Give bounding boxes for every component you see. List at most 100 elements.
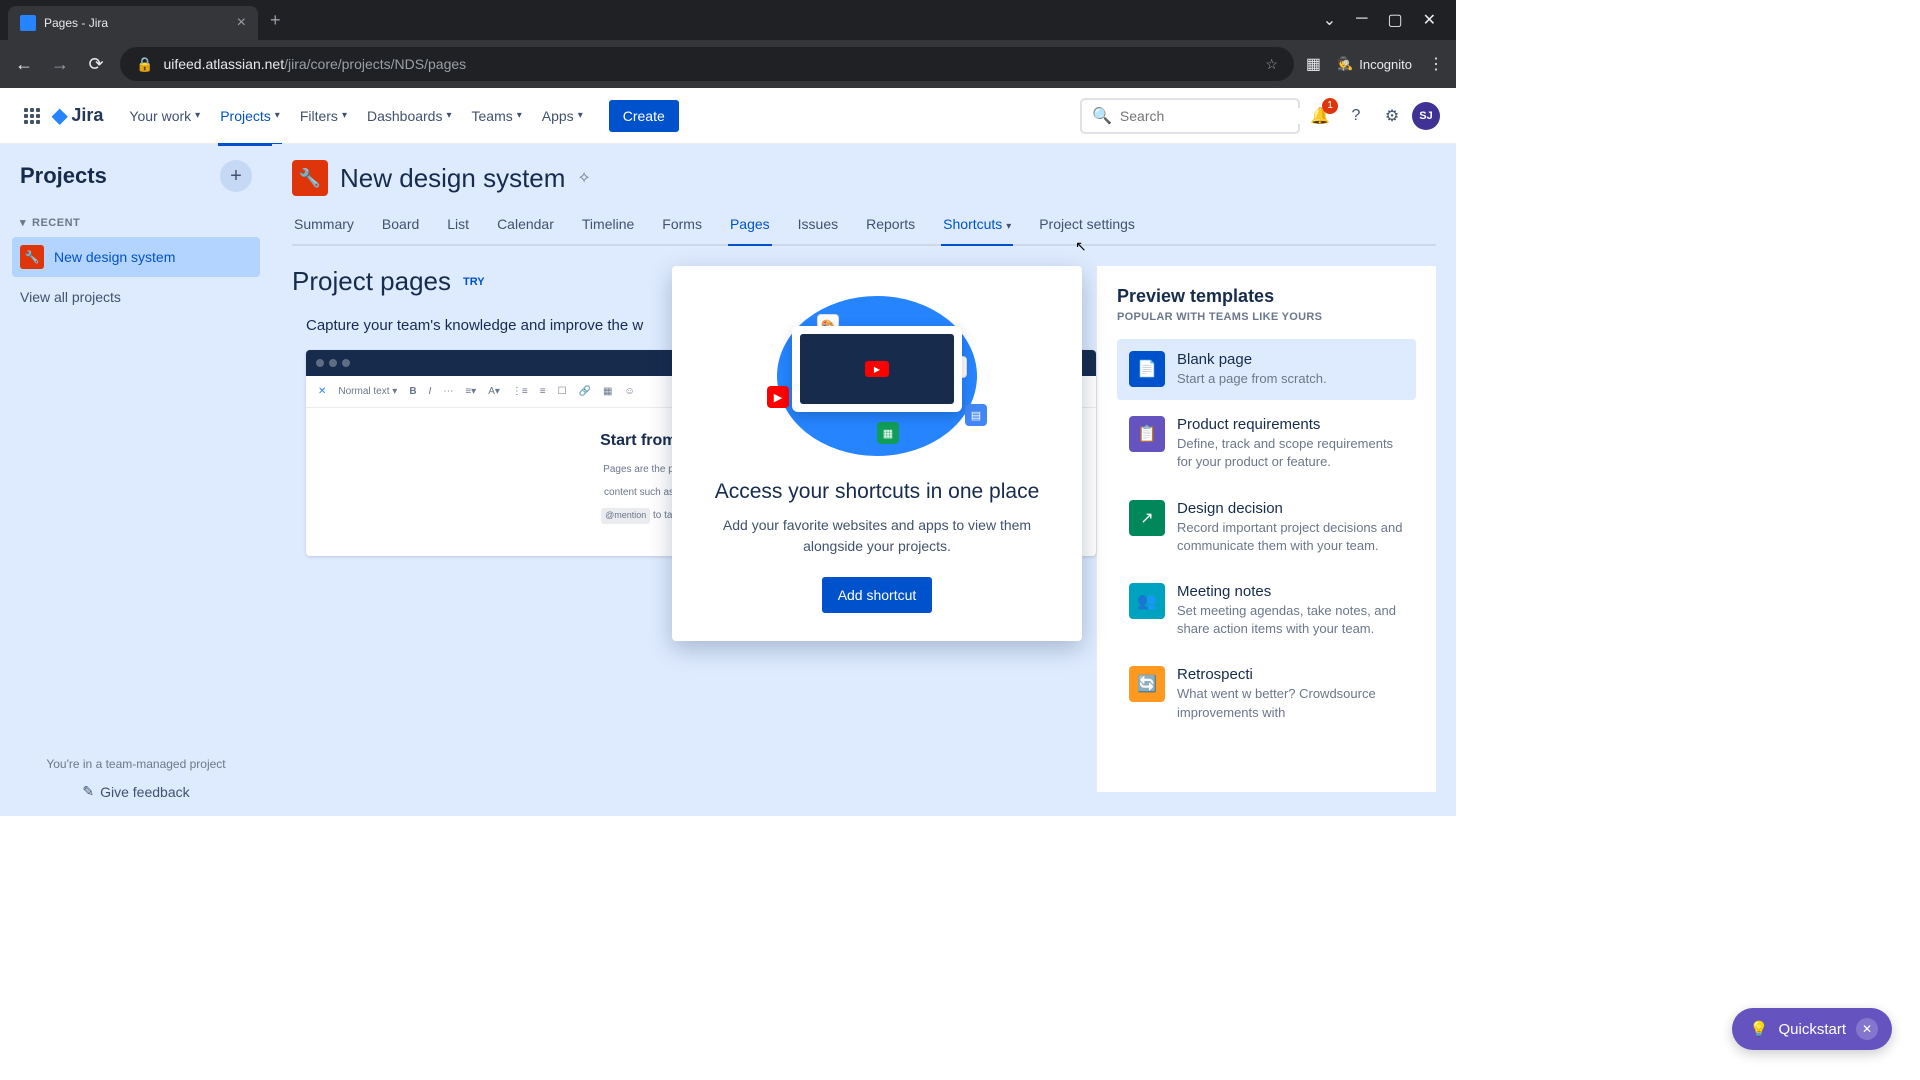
template-item[interactable]: 📄Blank pageStart a page from scratch. <box>1117 339 1416 400</box>
template-item[interactable]: 🔄RetrospectiWhat went w better? Crowdsou… <box>1117 654 1416 733</box>
jira-mark-icon: ◆ <box>52 103 67 128</box>
jira-logo[interactable]: ◆ Jira <box>52 103 103 128</box>
browser-menu-icon[interactable]: ⋮ <box>1428 54 1444 74</box>
user-avatar[interactable]: SJ <box>1412 102 1440 130</box>
templates-subtitle: POPULAR WITH TEAMS LIKE YOURS <box>1117 311 1416 323</box>
recent-toggle[interactable]: ▾ RECENT <box>12 208 260 237</box>
tab-list[interactable]: List <box>445 208 471 244</box>
tab-project-settings[interactable]: Project settings <box>1037 208 1137 244</box>
project-icon: 🔧 <box>292 160 328 196</box>
url-host: uifeed.atlassian.net/jira/core/projects/… <box>163 56 466 72</box>
content-area: 🔧 New design system ✧ Summary Board List Ca… <box>272 144 1456 816</box>
popover-title: Access your shortcuts in one place <box>700 478 1054 505</box>
project-header: 🔧 New design system ✧ <box>292 160 1436 196</box>
search-box[interactable]: 🔍 <box>1080 98 1300 134</box>
try-badge: TRY <box>463 274 485 290</box>
templates-title: Preview templates <box>1117 286 1416 307</box>
nav-item-filters[interactable]: Filters▾ <box>290 100 357 132</box>
template-icon: 🔄 <box>1129 666 1165 702</box>
nav-item-projects[interactable]: Projects▾ <box>210 100 290 132</box>
chevron-down-icon: ▾ <box>20 216 26 229</box>
tab-title: Pages - Jira <box>44 16 229 30</box>
sidebar-title: Projects <box>20 163 107 189</box>
browser-tab[interactable]: Pages - Jira × <box>8 6 258 40</box>
incognito-icon: 🕵 <box>1337 56 1353 72</box>
jira-top-nav: ◆ Jira Your work▾Projects▾Filters▾Dashbo… <box>0 88 1456 144</box>
template-item[interactable]: 👥Meeting notesSet meeting agendas, take … <box>1117 571 1416 650</box>
tab-board[interactable]: Board <box>380 208 421 244</box>
forward-button[interactable]: → <box>48 54 72 75</box>
new-tab-button[interactable]: + <box>270 10 281 31</box>
tab-issues[interactable]: Issues <box>796 208 840 244</box>
template-item[interactable]: ↗Design decisionRecord important project… <box>1117 488 1416 567</box>
page-title: Project pages <box>292 266 451 297</box>
template-icon: 👥 <box>1129 583 1165 619</box>
popover-illustration: 🎨 ▦ ✳ ▶ ▤ ▶ <box>700 286 1054 466</box>
back-button[interactable]: ← <box>12 54 36 75</box>
project-tabs: Summary Board List Calendar Timeline Forms Pag… <box>292 208 1436 246</box>
reload-button[interactable]: ⟳ <box>84 54 108 75</box>
window-controls: ⌄ ─ ▢ ✕ <box>1323 10 1448 30</box>
main-layout: Projects + ▾ RECENT 🔧New design system V… <box>0 144 1456 816</box>
add-shortcut-button[interactable]: Add shortcut <box>822 577 933 613</box>
template-icon: 📋 <box>1129 416 1165 452</box>
url-bar[interactable]: 🔒 uifeed.atlassian.net/jira/core/project… <box>120 47 1294 81</box>
search-input[interactable] <box>1120 108 1301 124</box>
bookmark-icon[interactable]: ☆ <box>1265 56 1278 73</box>
sheets-icon: ▦ <box>877 422 899 444</box>
app-switcher[interactable] <box>16 100 48 132</box>
project-icon: 🔧 <box>20 245 44 269</box>
extensions-icon[interactable]: ▦ <box>1306 54 1321 74</box>
jira-favicon <box>20 15 36 31</box>
feedback-icon: ✎ <box>82 783 94 800</box>
sidebar: Projects + ▾ RECENT 🔧New design system V… <box>0 144 272 816</box>
give-feedback-button[interactable]: ✎ Give feedback <box>12 783 260 800</box>
close-window-icon[interactable]: ✕ <box>1423 10 1436 30</box>
address-bar: ← → ⟳ 🔒 uifeed.atlassian.net/jira/core/p… <box>0 40 1456 88</box>
help-button[interactable]: ? <box>1340 100 1372 132</box>
browser-chrome: Pages - Jira × + ⌄ ─ ▢ ✕ ← → ⟳ 🔒 uifeed.… <box>0 0 1456 88</box>
add-project-button[interactable]: + <box>220 160 252 192</box>
nav-item-apps[interactable]: Apps▾ <box>532 100 593 132</box>
tab-dropdown-icon[interactable]: ⌄ <box>1323 10 1336 30</box>
quickstart-close-button[interactable]: ✕ <box>1856 1018 1878 1040</box>
tab-summary[interactable]: Summary <box>292 208 356 244</box>
template-icon: 📄 <box>1129 351 1165 387</box>
nav-item-your-work[interactable]: Your work▾ <box>119 100 210 132</box>
tab-shortcuts[interactable]: Shortcuts ▾ <box>941 208 1013 244</box>
project-title: New design system <box>340 163 565 194</box>
confluence-icon: ✕ <box>318 386 326 397</box>
minimize-icon[interactable]: ─ <box>1356 10 1367 30</box>
team-managed-label: You're in a team-managed project <box>12 757 260 771</box>
notifications-button[interactable]: 🔔 1 <box>1304 100 1336 132</box>
tab-calendar[interactable]: Calendar <box>495 208 556 244</box>
gear-icon: ⚙ <box>1385 106 1399 126</box>
settings-button[interactable]: ⚙ <box>1376 100 1408 132</box>
lightbulb-icon: 💡 <box>1750 1020 1769 1038</box>
view-all-projects[interactable]: View all projects <box>12 277 260 317</box>
sidebar-project-item[interactable]: 🔧New design system <box>12 237 260 277</box>
template-item[interactable]: 📋Product requirementsDefine, track and s… <box>1117 404 1416 483</box>
nav-item-teams[interactable]: Teams▾ <box>462 100 532 132</box>
tab-timeline[interactable]: Timeline <box>580 208 636 244</box>
play-icon: ▶ <box>865 361 889 377</box>
help-icon: ? <box>1352 107 1361 125</box>
close-tab-icon[interactable]: × <box>237 14 246 32</box>
templates-panel: Preview templates POPULAR WITH TEAMS LIK… <box>1096 266 1436 792</box>
tab-forms[interactable]: Forms <box>660 208 704 244</box>
tab-reports[interactable]: Reports <box>864 208 917 244</box>
docs-icon: ▤ <box>965 404 987 426</box>
nav-item-dashboards[interactable]: Dashboards▾ <box>357 100 462 132</box>
star-icon[interactable]: ✧ <box>577 168 590 188</box>
lock-icon: 🔒 <box>136 56 153 73</box>
create-button[interactable]: Create <box>609 100 679 132</box>
quickstart-pill[interactable]: 💡 Quickstart ✕ <box>1732 1008 1892 1050</box>
maximize-icon[interactable]: ▢ <box>1387 10 1402 30</box>
template-icon: ↗ <box>1129 500 1165 536</box>
shortcuts-popover: 🎨 ▦ ✳ ▶ ▤ ▶ Access your shortcuts in one… <box>672 266 1082 641</box>
app-switcher-icon <box>24 108 40 124</box>
incognito-indicator[interactable]: 🕵 Incognito <box>1337 56 1412 72</box>
popover-description: Add your favorite websites and apps to v… <box>700 515 1054 557</box>
notification-badge: 1 <box>1322 98 1338 114</box>
tab-pages[interactable]: Pages <box>728 208 772 244</box>
